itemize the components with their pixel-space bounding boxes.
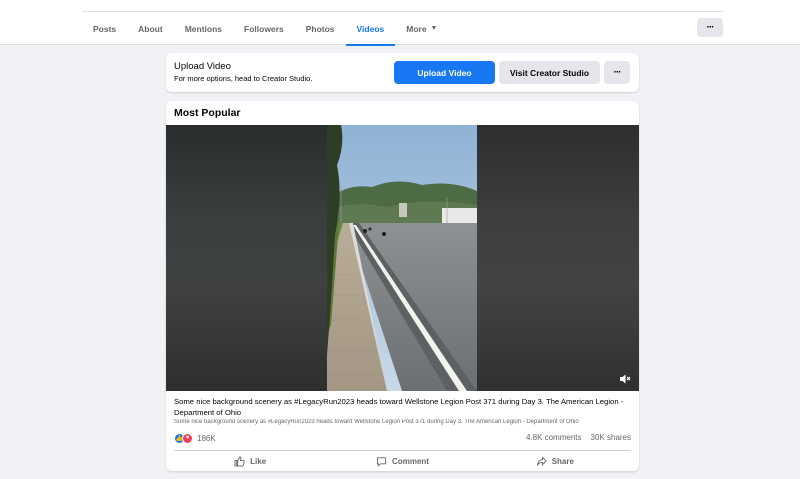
upload-video-button[interactable]: Upload Video xyxy=(394,61,495,84)
tab-posts[interactable]: Posts xyxy=(82,12,127,45)
tab-more[interactable]: More ▼ xyxy=(395,12,448,45)
video-frame xyxy=(327,125,477,391)
reaction-count: 186K xyxy=(197,433,216,443)
tab-videos[interactable]: Videos xyxy=(345,12,396,46)
video-caption[interactable]: Some nice background scenery as #LegacyR… xyxy=(174,396,630,418)
video-blur-right xyxy=(477,125,639,391)
shares-count[interactable]: 30K shares xyxy=(591,433,631,442)
comment-button[interactable]: Comment xyxy=(326,452,478,470)
engagement-stats: 4.8K comments 30K shares xyxy=(526,433,631,442)
most-popular-card: Most Popular Some nice background scener… xyxy=(166,101,639,471)
profile-nav-bar: Posts About Mentions Followers Photos Vi… xyxy=(0,0,800,46)
comments-count[interactable]: 4.8K comments xyxy=(526,433,582,442)
tab-about[interactable]: About xyxy=(127,12,174,45)
like-label: Like xyxy=(250,456,267,466)
caret-down-icon: ▼ xyxy=(430,25,438,32)
thumbs-up-icon xyxy=(234,455,245,467)
love-reaction-icon: ♥ xyxy=(182,432,193,444)
tab-followers[interactable]: Followers xyxy=(233,12,295,45)
post-actions: Like Comment Share xyxy=(174,452,631,470)
video-player[interactable] xyxy=(166,125,639,391)
profile-tabs: Posts About Mentions Followers Photos Vi… xyxy=(82,12,448,46)
reaction-summary[interactable]: 👍 ♥ 186K xyxy=(174,432,216,444)
like-button[interactable]: Like xyxy=(174,452,326,470)
tab-photos[interactable]: Photos xyxy=(295,12,346,45)
video-blur-left xyxy=(166,125,327,391)
visit-creator-studio-button[interactable]: Visit Creator Studio xyxy=(499,61,600,84)
action-divider xyxy=(174,450,631,451)
profile-options-button[interactable]: ··· xyxy=(697,18,723,37)
share-icon xyxy=(536,455,547,466)
tab-more-label: More xyxy=(406,23,427,34)
video-caption-preview: Some nice background scenery as #LegacyR… xyxy=(174,419,579,425)
share-button[interactable]: Share xyxy=(479,452,631,470)
upload-title: Upload Video xyxy=(174,61,231,72)
section-title: Most Popular xyxy=(174,107,241,119)
upload-options-button[interactable]: ··· xyxy=(604,61,630,84)
upload-video-card: Upload Video For more options, head to C… xyxy=(166,53,639,92)
tab-mentions[interactable]: Mentions xyxy=(174,12,233,45)
muted-volume-icon[interactable] xyxy=(619,373,631,385)
share-label: Share xyxy=(551,456,574,466)
comment-icon xyxy=(376,456,387,467)
upload-subtitle: For more options, head to Creator Studio… xyxy=(174,74,313,83)
comment-label: Comment xyxy=(392,456,429,466)
